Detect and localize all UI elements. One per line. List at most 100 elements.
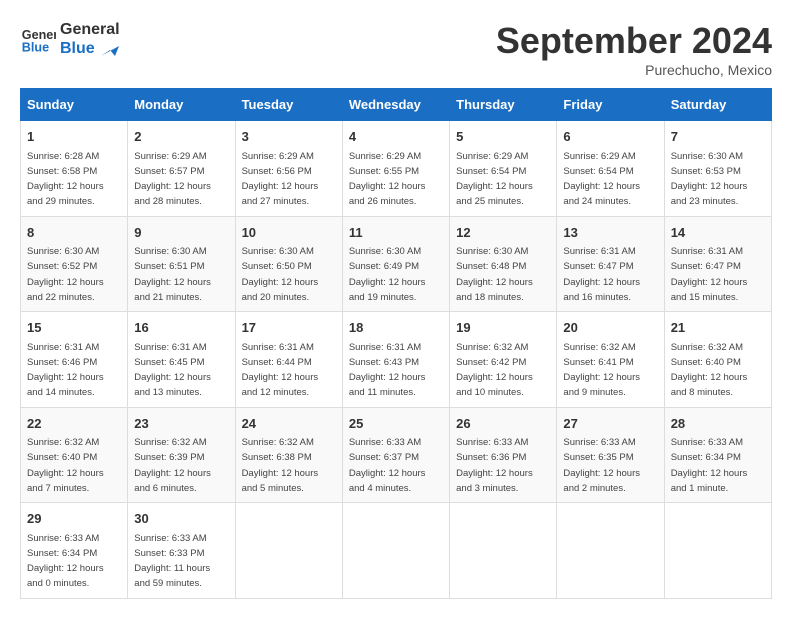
day-info: Sunrise: 6:30 AMSunset: 6:48 PMDaylight:… [456,246,533,303]
day-info: Sunrise: 6:29 AMSunset: 6:54 PMDaylight:… [456,151,533,208]
day-number: 2 [134,127,228,147]
logo-icon: General Blue [20,21,56,57]
day-number: 11 [349,223,443,243]
col-header-sunday: Sunday [21,89,128,121]
day-number: 19 [456,318,550,338]
calendar-cell [557,503,664,599]
day-info: Sunrise: 6:31 AMSunset: 6:43 PMDaylight:… [349,342,426,399]
svg-text:Blue: Blue [22,41,49,55]
calendar-cell: 3 Sunrise: 6:29 AMSunset: 6:56 PMDaylight… [235,121,342,217]
day-info: Sunrise: 6:30 AMSunset: 6:49 PMDaylight:… [349,246,426,303]
day-info: Sunrise: 6:28 AMSunset: 6:58 PMDaylight:… [27,151,104,208]
calendar-cell: 30 Sunrise: 6:33 AMSunset: 6:33 PMDayligh… [128,503,235,599]
day-number: 27 [563,414,657,434]
calendar-cell: 7Sunrise: 6:30 AMSunset: 6:53 PMDaylight… [664,121,771,217]
day-number: 5 [456,127,550,147]
calendar-cell: 19 Sunrise: 6:32 AMSunset: 6:42 PMDayligh… [450,312,557,408]
calendar-cell: 6Sunrise: 6:29 AMSunset: 6:54 PMDaylight… [557,121,664,217]
calendar-cell: 25 Sunrise: 6:33 AMSunset: 6:37 PMDayligh… [342,407,449,503]
calendar-cell: 24 Sunrise: 6:32 AMSunset: 6:38 PMDayligh… [235,407,342,503]
day-info: Sunrise: 6:32 AMSunset: 6:41 PMDaylight:… [563,342,640,399]
calendar-cell [450,503,557,599]
page-header: General Blue General Blue September 2024… [20,20,772,78]
day-info: Sunrise: 6:33 AMSunset: 6:35 PMDaylight:… [563,437,640,494]
day-info: Sunrise: 6:31 AMSunset: 6:47 PMDaylight:… [563,246,640,303]
calendar-cell: 16 Sunrise: 6:31 AMSunset: 6:45 PMDayligh… [128,312,235,408]
calendar-week-4: 22Sunrise: 6:32 AMSunset: 6:40 PMDayligh… [21,407,772,503]
day-info: Sunrise: 6:33 AMSunset: 6:34 PMDaylight:… [27,533,104,590]
calendar-cell: 9 Sunrise: 6:30 AMSunset: 6:51 PMDaylight… [128,216,235,312]
day-info: Sunrise: 6:32 AMSunset: 6:38 PMDaylight:… [242,437,319,494]
day-info: Sunrise: 6:31 AMSunset: 6:44 PMDaylight:… [242,342,319,399]
col-header-monday: Monday [128,89,235,121]
day-number: 25 [349,414,443,434]
col-header-friday: Friday [557,89,664,121]
calendar-cell: 18 Sunrise: 6:31 AMSunset: 6:43 PMDayligh… [342,312,449,408]
calendar-header-row: SundayMondayTuesdayWednesdayThursdayFrid… [21,89,772,121]
day-info: Sunrise: 6:29 AMSunset: 6:54 PMDaylight:… [563,151,640,208]
calendar-cell: 20 Sunrise: 6:32 AMSunset: 6:41 PMDayligh… [557,312,664,408]
day-info: Sunrise: 6:30 AMSunset: 6:53 PMDaylight:… [671,151,748,208]
day-info: Sunrise: 6:30 AMSunset: 6:50 PMDaylight:… [242,246,319,303]
calendar-cell [342,503,449,599]
calendar-cell: 27 Sunrise: 6:33 AMSunset: 6:35 PMDayligh… [557,407,664,503]
day-info: Sunrise: 6:32 AMSunset: 6:42 PMDaylight:… [456,342,533,399]
calendar-cell: 4Sunrise: 6:29 AMSunset: 6:55 PMDaylight… [342,121,449,217]
calendar-cell: 8Sunrise: 6:30 AMSunset: 6:52 PMDaylight… [21,216,128,312]
calendar-week-2: 8Sunrise: 6:30 AMSunset: 6:52 PMDaylight… [21,216,772,312]
logo: General Blue General Blue [20,20,120,58]
calendar-cell: 10 Sunrise: 6:30 AMSunset: 6:50 PMDayligh… [235,216,342,312]
calendar-cell [235,503,342,599]
calendar-week-1: 1Sunrise: 6:28 AMSunset: 6:58 PMDaylight… [21,121,772,217]
calendar-cell: 11 Sunrise: 6:30 AMSunset: 6:49 PMDayligh… [342,216,449,312]
calendar-cell: 12 Sunrise: 6:30 AMSunset: 6:48 PMDayligh… [450,216,557,312]
day-number: 24 [242,414,336,434]
col-header-thursday: Thursday [450,89,557,121]
day-number: 13 [563,223,657,243]
day-info: Sunrise: 6:30 AMSunset: 6:51 PMDaylight:… [134,246,211,303]
day-number: 20 [563,318,657,338]
day-info: Sunrise: 6:33 AMSunset: 6:37 PMDaylight:… [349,437,426,494]
day-number: 28 [671,414,765,434]
day-info: Sunrise: 6:29 AMSunset: 6:57 PMDaylight:… [134,151,211,208]
col-header-tuesday: Tuesday [235,89,342,121]
day-info: Sunrise: 6:30 AMSunset: 6:52 PMDaylight:… [27,246,104,303]
day-number: 14 [671,223,765,243]
day-info: Sunrise: 6:33 AMSunset: 6:33 PMDaylight:… [134,533,210,590]
calendar-week-5: 29 Sunrise: 6:33 AMSunset: 6:34 PMDayligh… [21,503,772,599]
day-number: 16 [134,318,228,338]
calendar-cell: 28 Sunrise: 6:33 AMSunset: 6:34 PMDayligh… [664,407,771,503]
day-info: Sunrise: 6:31 AMSunset: 6:45 PMDaylight:… [134,342,211,399]
month-title: September 2024 [496,20,772,62]
day-number: 9 [134,223,228,243]
calendar-cell: 17 Sunrise: 6:31 AMSunset: 6:44 PMDayligh… [235,312,342,408]
day-info: Sunrise: 6:29 AMSunset: 6:56 PMDaylight:… [242,151,319,208]
logo-general: General [60,20,120,39]
calendar-cell: 13 Sunrise: 6:31 AMSunset: 6:47 PMDayligh… [557,216,664,312]
day-info: Sunrise: 6:31 AMSunset: 6:47 PMDaylight:… [671,246,748,303]
day-number: 12 [456,223,550,243]
title-block: September 2024 Purechucho, Mexico [496,20,772,78]
col-header-wednesday: Wednesday [342,89,449,121]
calendar-cell: 29 Sunrise: 6:33 AMSunset: 6:34 PMDayligh… [21,503,128,599]
calendar-table: SundayMondayTuesdayWednesdayThursdayFrid… [20,88,772,599]
day-info: Sunrise: 6:32 AMSunset: 6:40 PMDaylight:… [27,437,104,494]
day-info: Sunrise: 6:31 AMSunset: 6:46 PMDaylight:… [27,342,104,399]
calendar-cell: 23Sunrise: 6:32 AMSunset: 6:39 PMDayligh… [128,407,235,503]
day-number: 18 [349,318,443,338]
day-number: 30 [134,509,228,529]
calendar-cell: 21Sunrise: 6:32 AMSunset: 6:40 PMDayligh… [664,312,771,408]
day-number: 29 [27,509,121,529]
day-info: Sunrise: 6:32 AMSunset: 6:40 PMDaylight:… [671,342,748,399]
day-number: 17 [242,318,336,338]
calendar-cell: 22Sunrise: 6:32 AMSunset: 6:40 PMDayligh… [21,407,128,503]
day-info: Sunrise: 6:32 AMSunset: 6:39 PMDaylight:… [134,437,211,494]
day-info: Sunrise: 6:29 AMSunset: 6:55 PMDaylight:… [349,151,426,208]
day-info: Sunrise: 6:33 AMSunset: 6:36 PMDaylight:… [456,437,533,494]
day-info: Sunrise: 6:33 AMSunset: 6:34 PMDaylight:… [671,437,748,494]
calendar-cell: 5 Sunrise: 6:29 AMSunset: 6:54 PMDaylight… [450,121,557,217]
calendar-cell: 2 Sunrise: 6:29 AMSunset: 6:57 PMDaylight… [128,121,235,217]
day-number: 3 [242,127,336,147]
calendar-cell: 26Sunrise: 6:33 AMSunset: 6:36 PMDayligh… [450,407,557,503]
day-number: 10 [242,223,336,243]
